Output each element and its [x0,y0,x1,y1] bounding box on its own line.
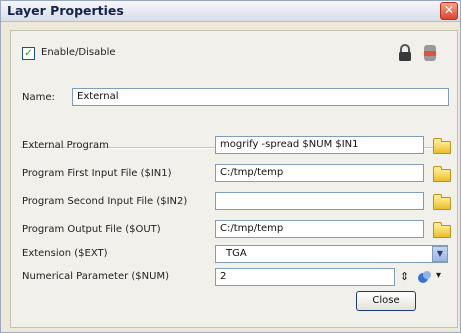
name-label: Name: [22,92,55,103]
enable-checkbox[interactable]: ✓ [22,47,35,60]
second-input-file-input[interactable] [215,192,424,210]
lock-icon[interactable] [397,44,413,62]
layer-properties-window: Layer Properties ✕ ✓ Enable/Disable Name… [0,0,461,333]
second-input-file-label: Program Second Input File ($IN2) [22,196,188,207]
output-file-input[interactable]: C:/tmp/temp [215,220,424,238]
extension-select[interactable]: TGA [215,245,448,263]
name-input[interactable]: External [72,88,449,106]
numerical-parameter-input[interactable]: 2 [215,268,395,286]
link-icon[interactable] [417,269,433,285]
folder-icon[interactable] [433,222,451,238]
close-window-button[interactable]: ✕ [440,2,458,20]
folder-icon[interactable] [433,138,451,154]
title-bar[interactable]: Layer Properties ✕ [1,1,460,22]
layer-color-icon[interactable] [422,44,438,62]
external-program-label: External Program [22,140,109,151]
folder-icon[interactable] [433,166,451,182]
external-program-input[interactable]: mogrify -spread $NUM $IN1 [215,136,424,154]
chevron-down-icon[interactable]: ▼ [432,246,448,262]
folder-icon[interactable] [433,194,451,210]
window-title: Layer Properties [7,3,124,18]
enable-label: Enable/Disable [41,47,116,58]
extension-value: TGA [226,248,247,259]
first-input-file-input[interactable]: C:/tmp/temp [215,164,424,182]
properties-panel: ✓ Enable/Disable Name: External External… [10,30,458,328]
stepper-icon[interactable]: ⇕ [400,270,409,283]
output-file-label: Program Output File ($OUT) [22,224,161,235]
extension-label: Extension ($EXT) [22,248,108,259]
numerical-parameter-label: Numerical Parameter ($NUM) [22,271,169,282]
link-menu-icon[interactable]: ▾ [436,270,441,281]
close-button[interactable]: Close [356,291,416,311]
first-input-file-label: Program First Input File ($IN1) [22,168,172,179]
